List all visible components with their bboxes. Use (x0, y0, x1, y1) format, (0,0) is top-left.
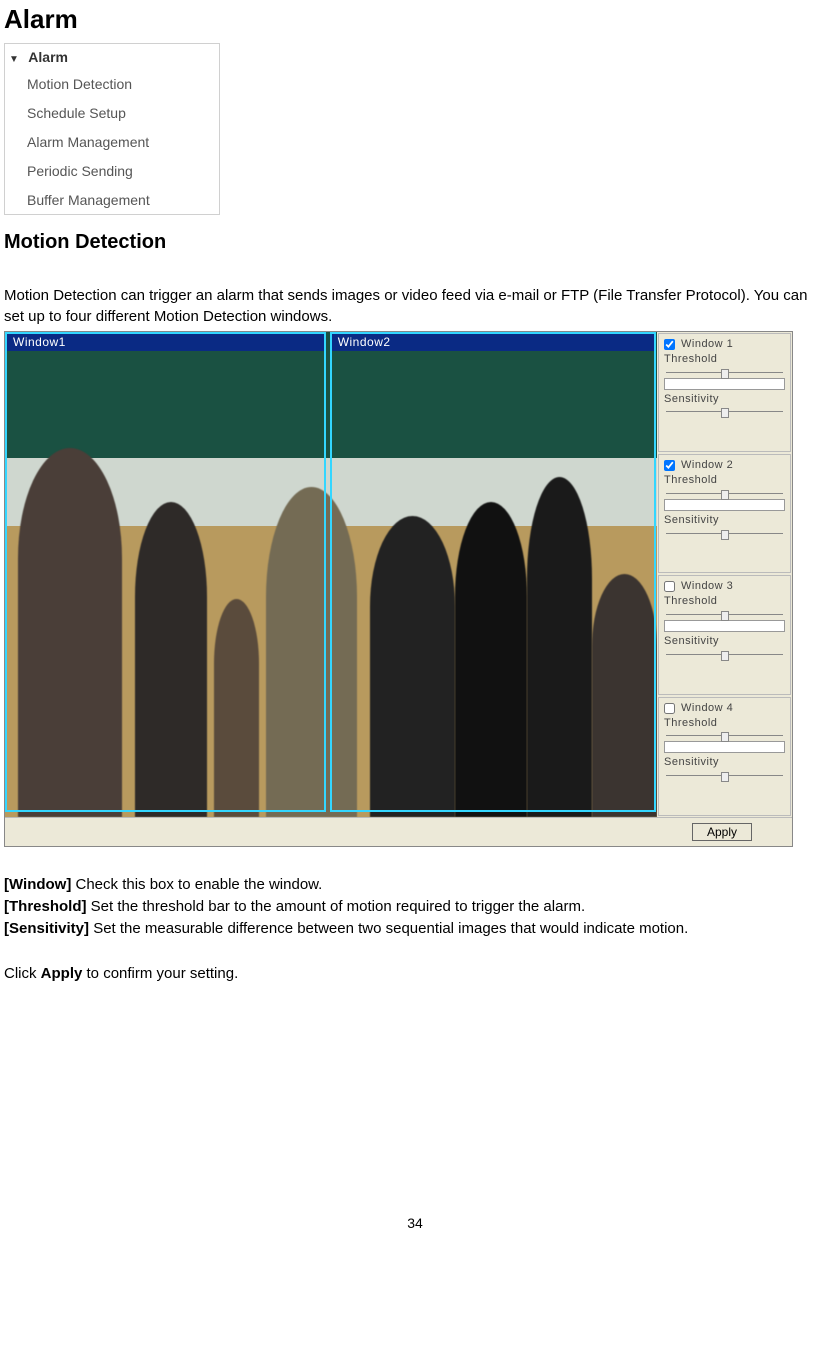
window-1-checkbox[interactable] (664, 339, 675, 350)
threshold-meter-2 (664, 499, 785, 511)
apply-instruction-post: to confirm your setting. (82, 965, 238, 982)
sensitivity-slider-4[interactable] (664, 772, 785, 780)
window-3-label: Window 3 (681, 579, 733, 594)
threshold-slider-4[interactable] (664, 732, 785, 740)
detection-window-2-label: Window2 (332, 334, 654, 351)
menu-item-schedule-setup[interactable]: Schedule Setup (5, 99, 219, 128)
sensitivity-label-4: Sensitivity (664, 755, 785, 770)
definition-sensitivity: [Sensitivity] Set the measurable differe… (4, 919, 826, 939)
window-2-label: Window 2 (681, 458, 733, 473)
apply-button[interactable]: Apply (692, 823, 752, 841)
window-2-checkbox[interactable] (664, 460, 675, 471)
threshold-label-2: Threshold (664, 473, 785, 488)
alarm-menu-header[interactable]: ▼ Alarm (5, 44, 219, 70)
window-4-checkbox[interactable] (664, 703, 675, 714)
definitions: [Window] Check this box to enable the wi… (4, 875, 826, 940)
page-title: Alarm (4, 2, 826, 37)
window-1-label: Window 1 (681, 337, 733, 352)
definition-sensitivity-term: [Sensitivity] (4, 920, 89, 937)
page-number: 34 (4, 1214, 826, 1233)
apply-instruction-pre: Click (4, 965, 41, 982)
threshold-label-1: Threshold (664, 352, 785, 367)
control-group-4: Window 4 Threshold Sensitivity (658, 697, 791, 816)
menu-item-alarm-management[interactable]: Alarm Management (5, 128, 219, 157)
definition-threshold-desc: Set the threshold bar to the amount of m… (87, 898, 586, 915)
definition-sensitivity-desc: Set the measurable difference between tw… (89, 920, 688, 937)
apply-bar: Apply (5, 817, 792, 846)
definition-threshold: [Threshold] Set the threshold bar to the… (4, 897, 826, 917)
menu-item-motion-detection[interactable]: Motion Detection (5, 70, 219, 99)
control-group-1: Window 1 Threshold Sensitivity (658, 333, 791, 452)
threshold-meter-4 (664, 741, 785, 753)
definition-window: [Window] Check this box to enable the wi… (4, 875, 826, 895)
control-group-3: Window 3 Threshold Sensitivity (658, 575, 791, 694)
sensitivity-slider-3[interactable] (664, 651, 785, 659)
threshold-slider-2[interactable] (664, 490, 785, 498)
section-heading: Motion Detection (4, 229, 826, 256)
definition-threshold-term: [Threshold] (4, 898, 87, 915)
detection-window-1-label: Window1 (7, 334, 324, 351)
alarm-menu-title: Alarm (28, 49, 68, 65)
sensitivity-label-2: Sensitivity (664, 513, 785, 528)
detection-window-1[interactable]: Window1 (5, 332, 326, 812)
threshold-slider-1[interactable] (664, 369, 785, 377)
video-preview: Window1 Window2 (5, 332, 657, 817)
threshold-meter-3 (664, 620, 785, 632)
definition-window-term: [Window] (4, 876, 71, 893)
definition-window-desc: Check this box to enable the window. (71, 876, 322, 893)
apply-instruction-bold: Apply (41, 965, 83, 982)
window-4-label: Window 4 (681, 701, 733, 716)
collapse-icon: ▼ (9, 54, 19, 65)
motion-detection-screenshot: Window1 Window2 Window 1 Threshold Sensi… (4, 331, 793, 847)
control-group-2: Window 2 Threshold Sensitivity (658, 454, 791, 573)
detection-window-2[interactable]: Window2 (330, 332, 656, 812)
apply-instruction: Click Apply to confirm your setting. (4, 964, 826, 984)
sensitivity-label-3: Sensitivity (664, 634, 785, 649)
sensitivity-slider-1[interactable] (664, 408, 785, 416)
threshold-label-4: Threshold (664, 716, 785, 731)
controls-panel: Window 1 Threshold Sensitivity Window 2 … (657, 332, 792, 817)
threshold-meter-1 (664, 378, 785, 390)
sensitivity-slider-2[interactable] (664, 530, 785, 538)
threshold-label-3: Threshold (664, 594, 785, 609)
alarm-menu: ▼ Alarm Motion Detection Schedule Setup … (4, 43, 220, 215)
menu-item-periodic-sending[interactable]: Periodic Sending (5, 157, 219, 186)
window-3-checkbox[interactable] (664, 581, 675, 592)
threshold-slider-3[interactable] (664, 611, 785, 619)
sensitivity-label-1: Sensitivity (664, 392, 785, 407)
menu-item-buffer-management[interactable]: Buffer Management (5, 186, 219, 215)
intro-paragraph: Motion Detection can trigger an alarm th… (4, 286, 826, 327)
